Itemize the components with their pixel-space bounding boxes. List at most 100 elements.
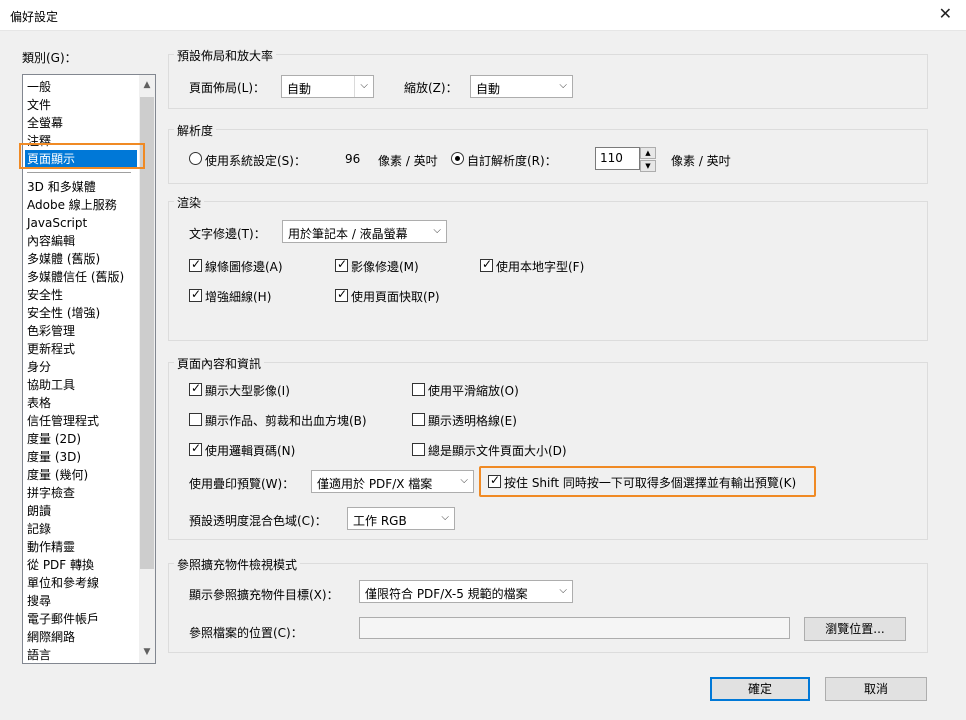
category-item[interactable]: Adobe 線上服務 [23,196,139,214]
blend-space-value: 工作 RGB [353,514,407,528]
overprint-select[interactable]: 僅適用於 PDF/X 檔案 ⌵ [311,470,474,493]
custom-resolution-input[interactable]: 110 [595,147,640,170]
category-item[interactable]: 一般 [23,78,139,96]
scroll-down-icon[interactable]: ▼ [139,644,155,661]
shift-click-checkbox[interactable]: ✓ [488,473,501,488]
category-separator [23,168,139,178]
selected-category-highlight [19,143,145,169]
large-images-checkbox[interactable]: ✓ [189,381,202,396]
resolution-spinner[interactable]: ▲ ▼ [640,147,656,172]
smooth-zoom-checkbox[interactable] [412,383,425,396]
ok-button[interactable]: 確定 [710,677,810,701]
rendering-title: 渲染 [174,194,205,211]
category-item[interactable]: 表格 [23,394,139,412]
category-item[interactable]: 協助工具 [23,376,139,394]
category-item[interactable]: 度量 (2D) [23,430,139,448]
category-item[interactable]: 單位和參考線 [23,574,139,592]
chevron-down-icon: ⌵ [433,225,441,236]
xobject-title: 參照擴充物件檢視模式 [174,556,301,573]
system-resolution-unit: 像素 / 英吋 [378,154,438,168]
enhance-thin-label: 增強細線(H) [205,290,272,304]
page-cache-checkbox[interactable]: ✓ [335,287,348,302]
spin-down-icon[interactable]: ▼ [640,160,656,172]
xobject-show-label: 顯示參照擴充物件目標(X)： [189,588,339,602]
doc-page-size-label: 總是顯示文件頁面大小(D) [428,444,567,458]
scroll-up-icon[interactable]: ▲ [139,77,155,94]
doc-page-size-checkbox[interactable] [412,443,425,456]
chevron-down-icon: ⌵ [559,585,567,596]
category-item[interactable]: 安全性 [23,286,139,304]
smooth-text-select[interactable]: 用於筆記本 / 液晶螢幕 ⌵ [282,220,447,243]
spin-up-icon[interactable]: ▲ [640,147,656,159]
page-layout-label: 頁面佈局(L)： [189,81,266,95]
category-item[interactable]: 信任管理程式 [23,412,139,430]
cancel-button[interactable]: 取消 [825,677,927,701]
smooth-text-label: 文字修邊(T)： [189,227,266,241]
category-item[interactable]: 拼字檢查 [23,484,139,502]
xobject-location-input[interactable] [359,617,790,639]
blend-space-label: 預設透明度混合色域(C)： [189,514,327,528]
category-item[interactable]: 語言 [23,646,139,663]
browse-location-button[interactable]: 瀏覽位置... [804,617,906,641]
category-item[interactable]: 網際網路 [23,628,139,646]
smooth-zoom-label: 使用平滑縮放(O) [428,384,519,398]
category-item[interactable]: 朗讀 [23,502,139,520]
category-item[interactable]: 搜尋 [23,592,139,610]
category-item[interactable]: 多媒體信任 (舊版) [23,268,139,286]
category-item[interactable]: 3D 和多媒體 [23,178,139,196]
smooth-text-value: 用於筆記本 / 液晶螢幕 [288,227,408,241]
category-item[interactable]: JavaScript [23,214,139,232]
art-trim-label: 顯示作品、剪裁和出血方塊(B) [205,414,367,428]
large-images-label: 顯示大型影像(I) [205,384,290,398]
chevron-down-icon: ⌵ [460,475,468,486]
category-item[interactable]: 電子郵件帳戶 [23,610,139,628]
xobject-show-select[interactable]: 僅限符合 PDF/X-5 規範的檔案 ⌵ [359,580,573,603]
logical-page-checkbox[interactable]: ✓ [189,441,202,456]
custom-resolution-label: 自訂解析度(R)： [467,154,557,168]
title-bar: 偏好設定 ✕ [0,0,966,31]
chevron-down-icon: ⌵ [559,80,567,91]
category-item[interactable]: 動作精靈 [23,538,139,556]
category-item[interactable]: 更新程式 [23,340,139,358]
category-item[interactable]: 記錄 [23,520,139,538]
shift-click-label: 按住 Shift 同時按一下可取得多個選擇並有輸出預覽(K) [504,476,797,490]
category-item[interactable]: 內容編輯 [23,232,139,250]
custom-resolution-unit: 像素 / 英吋 [671,154,731,168]
line-art-checkbox[interactable]: ✓ [189,257,202,272]
system-resolution-radio[interactable] [189,152,202,165]
category-item[interactable]: 從 PDF 轉換 [23,556,139,574]
close-icon[interactable]: ✕ [939,5,952,23]
category-item[interactable]: 全螢幕 [23,114,139,132]
images-smooth-checkbox[interactable]: ✓ [335,257,348,272]
logical-page-label: 使用邏輯頁碼(N) [205,444,296,458]
custom-resolution-radio[interactable] [451,152,464,165]
page-content-title: 頁面內容和資訊 [174,355,265,372]
layout-zoom-title: 預設佈局和放大率 [174,47,277,64]
chevron-down-icon: ⌵ [441,512,449,523]
images-smooth-label: 影像修邊(M) [351,260,419,274]
transparency-grid-label: 顯示透明格線(E) [428,414,517,428]
system-resolution-value: 96 [345,152,361,166]
overprint-value: 僅適用於 PDF/X 檔案 [317,477,433,491]
overprint-label: 使用疊印預覽(W)： [189,477,295,491]
xobject-show-value: 僅限符合 PDF/X-5 規範的檔案 [365,587,528,601]
page-layout-select[interactable]: 自動 ⌵ [281,75,374,98]
category-item[interactable]: 度量 (幾何) [23,466,139,484]
page-cache-label: 使用頁面快取(P) [351,290,440,304]
art-trim-checkbox[interactable] [189,413,202,426]
local-fonts-label: 使用本地字型(F) [496,260,585,274]
enhance-thin-checkbox[interactable]: ✓ [189,287,202,302]
local-fonts-checkbox[interactable]: ✓ [480,257,493,272]
category-item[interactable]: 色彩管理 [23,322,139,340]
category-item[interactable]: 安全性 (增強) [23,304,139,322]
category-item[interactable]: 多媒體 (舊版) [23,250,139,268]
category-item[interactable]: 文件 [23,96,139,114]
transparency-grid-checkbox[interactable] [412,413,425,426]
category-item[interactable]: 身分 [23,358,139,376]
system-resolution-label: 使用系統設定(S)： [205,154,306,168]
xobject-location-label: 參照檔案的位置(C)： [189,626,303,640]
categories-label: 類別(G)： [22,51,77,65]
blend-space-select[interactable]: 工作 RGB ⌵ [347,507,455,530]
zoom-select[interactable]: 自動 ⌵ [470,75,573,98]
category-item[interactable]: 度量 (3D) [23,448,139,466]
